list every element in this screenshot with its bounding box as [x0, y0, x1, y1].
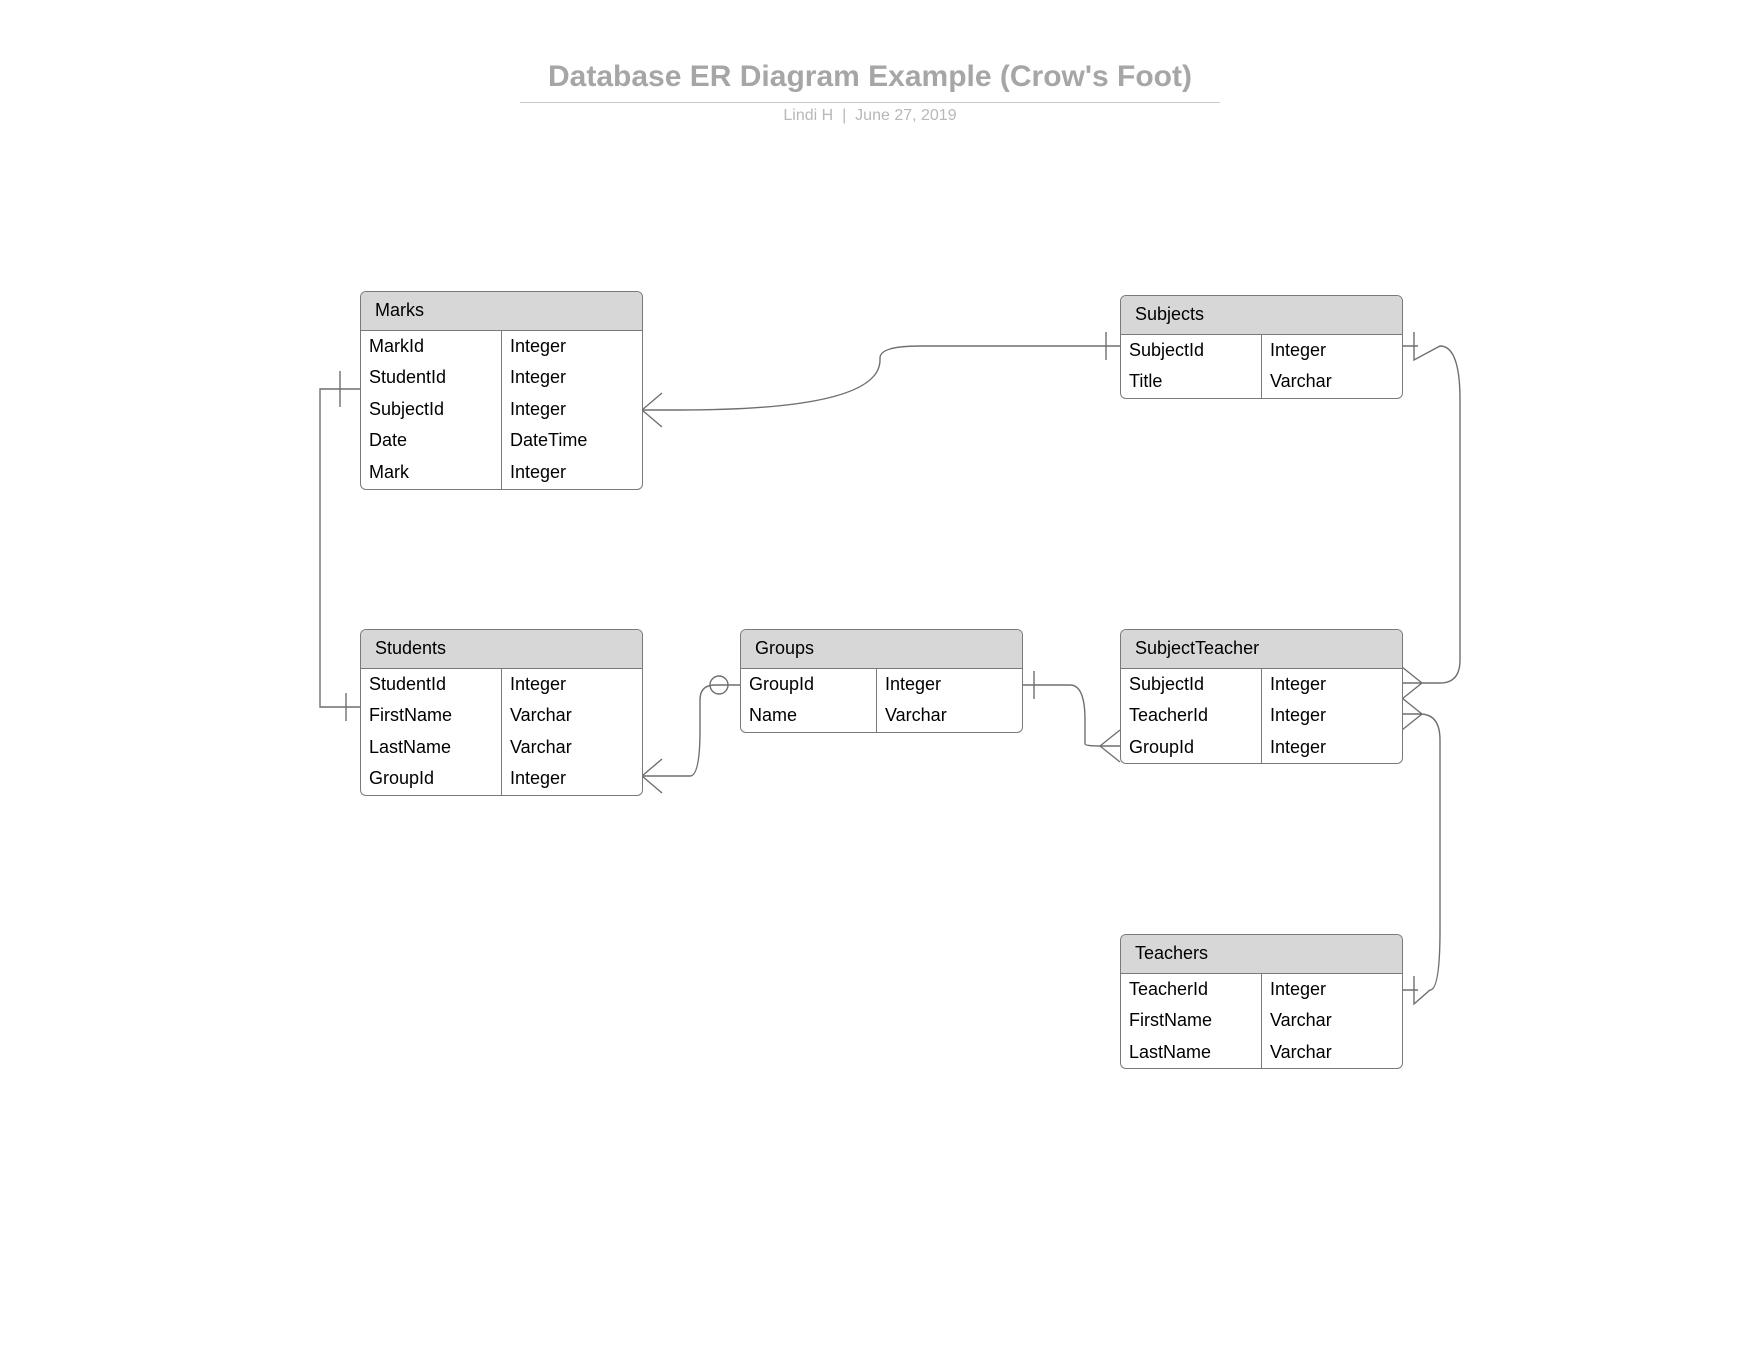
- entity-groups[interactable]: GroupsGroupIdNameIntegerVarchar: [740, 629, 1023, 733]
- entity-subjects[interactable]: SubjectsSubjectIdTitleIntegerVarchar: [1120, 295, 1403, 399]
- page-title: Database ER Diagram Example (Crow's Foot…: [520, 60, 1220, 94]
- author-label: Lindi H: [783, 107, 833, 124]
- rel-groups-students-line: [642, 685, 740, 793]
- field-name: MarkId: [361, 331, 501, 363]
- entity-fieldnames-students: StudentIdFirstNameLastNameGroupId: [361, 669, 502, 795]
- entity-fieldnames-marks: MarkIdStudentIdSubjectIdDateMark: [361, 331, 502, 489]
- field-name: GroupId: [741, 669, 876, 701]
- field-type: Integer: [1262, 669, 1402, 701]
- field-type: Varchar: [877, 700, 1022, 732]
- field-name: StudentId: [361, 669, 501, 701]
- entity-body-students: StudentIdFirstNameLastNameGroupIdInteger…: [361, 669, 642, 795]
- field-type: Integer: [1262, 335, 1402, 367]
- field-type: Integer: [502, 763, 642, 795]
- entity-fieldnames-subjects: SubjectIdTitle: [1121, 335, 1262, 398]
- field-type: Integer: [1262, 974, 1402, 1006]
- entity-fieldtypes-teachers: IntegerVarcharVarchar: [1262, 974, 1402, 1069]
- rel-groups-students-optional-icon: [710, 676, 728, 694]
- field-type: Varchar: [502, 732, 642, 764]
- entity-fieldnames-groups: GroupIdName: [741, 669, 877, 732]
- rel-marks-subjects: [642, 332, 1120, 427]
- field-type: DateTime: [502, 425, 642, 457]
- field-name: GroupId: [361, 763, 501, 795]
- field-type: Integer: [877, 669, 1022, 701]
- field-name: TeacherId: [1121, 974, 1261, 1006]
- entity-header-teachers: Teachers: [1121, 935, 1402, 974]
- entity-teachers[interactable]: TeachersTeacherIdFirstNameLastNameIntege…: [1120, 934, 1403, 1069]
- field-type: Varchar: [502, 700, 642, 732]
- date-label: June 27, 2019: [855, 107, 956, 124]
- entity-header-marks: Marks: [361, 292, 642, 331]
- field-type: Varchar: [1262, 1037, 1402, 1069]
- entity-header-subjectteacher: SubjectTeacher: [1121, 630, 1402, 669]
- entity-header-subjects: Subjects: [1121, 296, 1402, 335]
- rel-subjects-subjectteacher: [1402, 332, 1460, 699]
- field-type: Integer: [502, 394, 642, 426]
- field-name: FirstName: [361, 700, 501, 732]
- field-type: Integer: [1262, 732, 1402, 764]
- field-type: Integer: [502, 331, 642, 363]
- field-name: Date: [361, 425, 501, 457]
- field-type: Integer: [502, 669, 642, 701]
- entity-fieldtypes-students: IntegerVarcharVarcharInteger: [502, 669, 642, 795]
- field-name: LastName: [1121, 1037, 1261, 1069]
- field-name: LastName: [361, 732, 501, 764]
- entity-body-teachers: TeacherIdFirstNameLastNameIntegerVarchar…: [1121, 974, 1402, 1069]
- title-divider: [520, 102, 1220, 103]
- entity-fieldtypes-marks: IntegerIntegerIntegerDateTimeInteger: [502, 331, 642, 489]
- field-type: Varchar: [1262, 366, 1402, 398]
- entity-body-subjectteacher: SubjectIdTeacherIdGroupIdIntegerIntegerI…: [1121, 669, 1402, 764]
- field-name: SubjectId: [1121, 669, 1261, 701]
- title-block: Database ER Diagram Example (Crow's Foot…: [520, 60, 1220, 125]
- field-type: Integer: [502, 362, 642, 394]
- page-subtitle: Lindi H | June 27, 2019: [520, 107, 1220, 125]
- entity-body-subjects: SubjectIdTitleIntegerVarchar: [1121, 335, 1402, 398]
- field-name: FirstName: [1121, 1005, 1261, 1037]
- rel-groups-subjectteacher: [1022, 671, 1120, 762]
- entity-fieldtypes-groups: IntegerVarchar: [877, 669, 1022, 732]
- field-type: Varchar: [1262, 1005, 1402, 1037]
- field-name: Name: [741, 700, 876, 732]
- entity-body-groups: GroupIdNameIntegerVarchar: [741, 669, 1022, 732]
- field-type: Integer: [1262, 700, 1402, 732]
- field-name: Title: [1121, 366, 1261, 398]
- field-name: GroupId: [1121, 732, 1261, 764]
- entity-students[interactable]: StudentsStudentIdFirstNameLastNameGroupI…: [360, 629, 643, 796]
- entity-fieldnames-subjectteacher: SubjectIdTeacherIdGroupId: [1121, 669, 1262, 764]
- diagram-canvas: Database ER Diagram Example (Crow's Foot…: [0, 0, 1760, 1360]
- field-name: TeacherId: [1121, 700, 1261, 732]
- subtitle-separator: |: [838, 107, 856, 124]
- field-name: SubjectId: [361, 394, 501, 426]
- field-name: SubjectId: [1121, 335, 1261, 367]
- entity-fieldnames-teachers: TeacherIdFirstNameLastName: [1121, 974, 1262, 1069]
- entity-body-marks: MarkIdStudentIdSubjectIdDateMarkIntegerI…: [361, 331, 642, 489]
- entity-fieldtypes-subjects: IntegerVarchar: [1262, 335, 1402, 398]
- entity-header-students: Students: [361, 630, 642, 669]
- rel-teachers-subjectteacher: [1402, 698, 1440, 1004]
- field-name: StudentId: [361, 362, 501, 394]
- field-name: Mark: [361, 457, 501, 489]
- entity-subjectteacher[interactable]: SubjectTeacherSubjectIdTeacherIdGroupIdI…: [1120, 629, 1403, 764]
- entity-header-groups: Groups: [741, 630, 1022, 669]
- entity-marks[interactable]: MarksMarkIdStudentIdSubjectIdDateMarkInt…: [360, 291, 643, 490]
- field-type: Integer: [502, 457, 642, 489]
- entity-fieldtypes-subjectteacher: IntegerIntegerInteger: [1262, 669, 1402, 764]
- rel-students-marks: [320, 371, 360, 721]
